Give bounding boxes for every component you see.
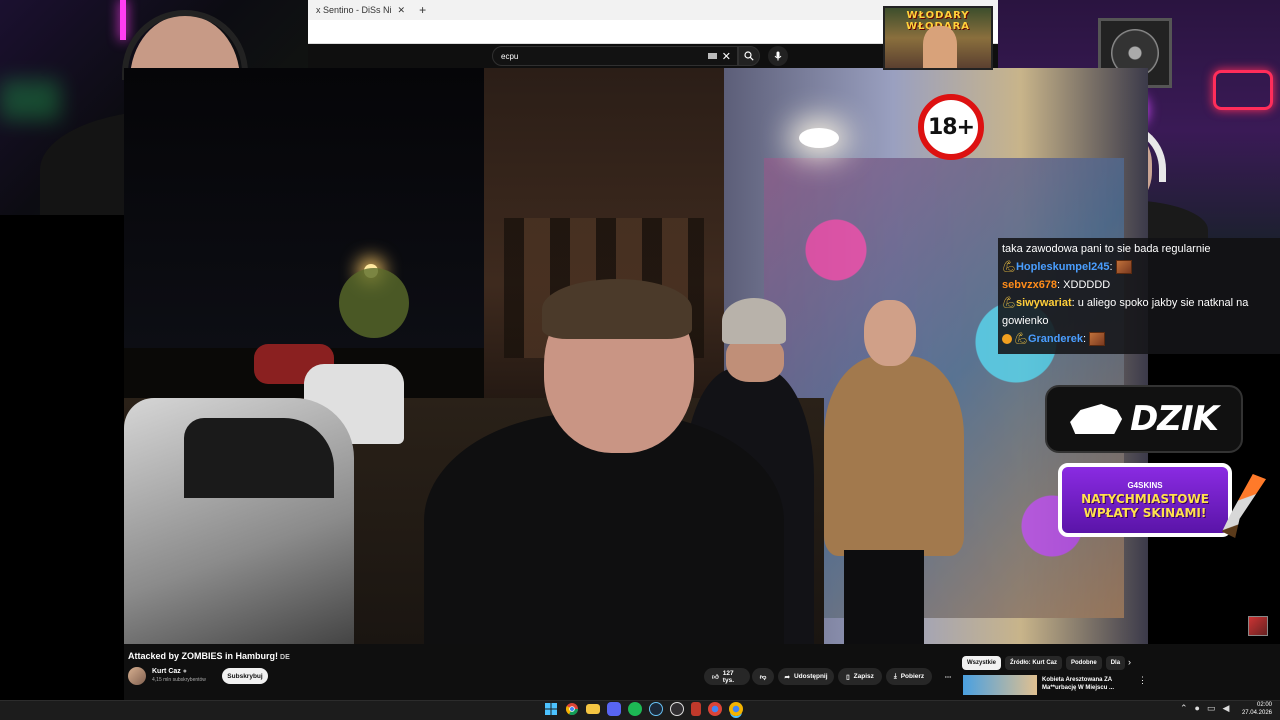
skins-promo-banner: G4SKINS NATYCHMIASTOWE WPŁATY SKINAMI!: [1058, 463, 1232, 537]
share-icon: ➦: [784, 673, 790, 681]
emote-icon: [1089, 332, 1106, 347]
promo-line-1: NATYCHMIASTOWE: [1081, 491, 1209, 506]
channel-name[interactable]: Kurt Caz ●: [152, 668, 187, 675]
chat-message: 💪︎Hopleskumpel245:: [1002, 258, 1276, 276]
share-label: Udostępnij: [793, 673, 828, 680]
taskbar-apps: [544, 702, 743, 716]
chat-message: 💪︎Granderek:: [1002, 330, 1276, 348]
corner-avatar: [1248, 616, 1268, 636]
download-icon: ⤓: [893, 672, 897, 680]
keyboard-icon[interactable]: [708, 53, 717, 59]
chat-username[interactable]: siwywariat: [1016, 297, 1072, 309]
app-icon[interactable]: [691, 702, 701, 716]
chevron-right-icon[interactable]: ›: [1128, 657, 1131, 667]
badge-icon: 💪︎: [1014, 333, 1028, 345]
like-count: 127 tys.: [722, 669, 734, 684]
browser-tab[interactable]: x Sentino - DiSs Ni ✕: [308, 5, 413, 16]
chevron-up-icon[interactable]: ⌃: [1180, 703, 1188, 714]
recommendation-chips: Wszystkie Źródło: Kurt Caz Podobne Dla: [962, 656, 1126, 670]
thumbs-up-icon: 👍︎: [712, 673, 719, 681]
chrome-icon[interactable]: [565, 702, 579, 716]
more-icon: ⋯: [944, 673, 952, 681]
chat-username[interactable]: Hopleskumpel245: [1016, 261, 1110, 273]
search-icon: [744, 51, 754, 61]
recommended-more-icon[interactable]: ⋮: [1138, 675, 1147, 686]
language-badge: DE: [280, 654, 290, 661]
download-label: Pobierz: [900, 673, 925, 680]
age-rating-badge: 18+: [918, 94, 984, 160]
chip-source[interactable]: Źródło: Kurt Caz: [1005, 656, 1063, 670]
more-actions-button[interactable]: ⋯: [938, 668, 958, 685]
stream-chat: taka zawodowa pani to sie bada regularni…: [998, 238, 1280, 354]
search-input-value: ecpu: [501, 51, 519, 61]
chat-username[interactable]: Granderek: [1028, 333, 1083, 345]
search-input[interactable]: ecpu ✕: [492, 46, 738, 66]
chat-username[interactable]: sebvzx678: [1002, 279, 1057, 291]
video-title: Attacked by ZOMBIES in Hamburg! DE: [128, 651, 290, 661]
volume-icon[interactable]: ◀: [1223, 703, 1230, 714]
recommended-thumbnail[interactable]: [963, 675, 1037, 695]
browser-tab-title: x Sentino - DiSs Ni: [316, 5, 392, 15]
badge-icon: 💪︎: [1002, 297, 1016, 309]
close-tab-icon[interactable]: ✕: [398, 5, 406, 16]
download-button[interactable]: ⤓ Pobierz: [886, 668, 932, 685]
network-icon[interactable]: ▭: [1207, 703, 1216, 714]
channel-avatar[interactable]: [128, 667, 146, 685]
recommended-title[interactable]: Kobieta Aresztowana ZA Ma**urbację W Mie…: [1042, 676, 1132, 692]
save-button[interactable]: ▯ Zapisz: [838, 668, 882, 685]
new-tab-button[interactable]: +: [419, 3, 426, 17]
overlay-banner: WŁODARY WŁODARA: [883, 6, 993, 70]
video-title-text: Attacked by ZOMBIES in Hamburg!: [128, 651, 279, 661]
subscriber-count: 4,15 mln subskrybentów: [152, 677, 206, 683]
chat-text: taka zawodowa pani to sie bada regularni…: [1002, 243, 1211, 255]
thumbs-down-icon: 👎︎: [759, 673, 767, 681]
folder-icon[interactable]: [586, 704, 600, 714]
dislike-button[interactable]: 👎︎: [752, 668, 774, 685]
microphone-icon: [774, 51, 782, 61]
voice-search-button[interactable]: [768, 46, 788, 66]
clock-time: 02:00: [1256, 702, 1272, 708]
chat-message: taka zawodowa pani to sie bada regularni…: [1002, 240, 1276, 258]
like-button[interactable]: 👍︎ 127 tys.: [704, 668, 750, 685]
clock-date: 27.04.2026: [1241, 710, 1272, 716]
chrome-profile-icon[interactable]: [708, 702, 722, 716]
chat-message: sebvzx678: XDDDDD: [1002, 279, 1111, 291]
taskbar-clock[interactable]: 02:00 27.04.2026: [1238, 701, 1272, 717]
system-tray: ⌃ ● ▭ ◀: [1180, 703, 1229, 714]
obs-icon[interactable]: [670, 702, 684, 716]
spotify-icon[interactable]: [628, 702, 642, 716]
dzik-logo-text: DZIK: [1130, 399, 1219, 439]
clear-search-icon[interactable]: ✕: [722, 50, 731, 63]
chrome-active-icon[interactable]: [729, 702, 743, 716]
promo-brand: G4SKINS: [1127, 480, 1163, 490]
sub-badge-icon: [1002, 334, 1012, 345]
save-label: Zapisz: [853, 673, 874, 680]
emote-icon: [1115, 260, 1132, 275]
video-player[interactable]: [124, 68, 1148, 644]
bookmark-icon: ▯: [846, 673, 850, 681]
discord-icon[interactable]: [607, 702, 621, 716]
subscribe-button[interactable]: Subskrybuj: [222, 668, 268, 684]
windows-start-icon[interactable]: [544, 702, 558, 716]
chat-text: XDDDDD: [1063, 279, 1111, 291]
steam-icon[interactable]: [649, 702, 663, 716]
boar-icon: [1070, 404, 1123, 434]
dzik-sponsor-logo: DZIK: [1045, 385, 1243, 453]
promo-line-2: WPŁATY SKINAMI!: [1083, 505, 1207, 520]
chip-related[interactable]: Podobne: [1066, 656, 1102, 670]
share-button[interactable]: ➦ Udostępnij: [778, 668, 834, 685]
microphone-icon[interactable]: ●: [1195, 703, 1200, 714]
verified-icon: ●: [182, 668, 187, 675]
badge-icon: 💪︎: [1002, 261, 1016, 273]
search-button[interactable]: [738, 46, 760, 66]
chip-all[interactable]: Wszystkie: [962, 656, 1002, 670]
chip-for-you[interactable]: Dla: [1105, 656, 1126, 670]
chat-message: 💪︎siwywariat: u aliego spoko jakby sie n…: [1002, 297, 1249, 327]
